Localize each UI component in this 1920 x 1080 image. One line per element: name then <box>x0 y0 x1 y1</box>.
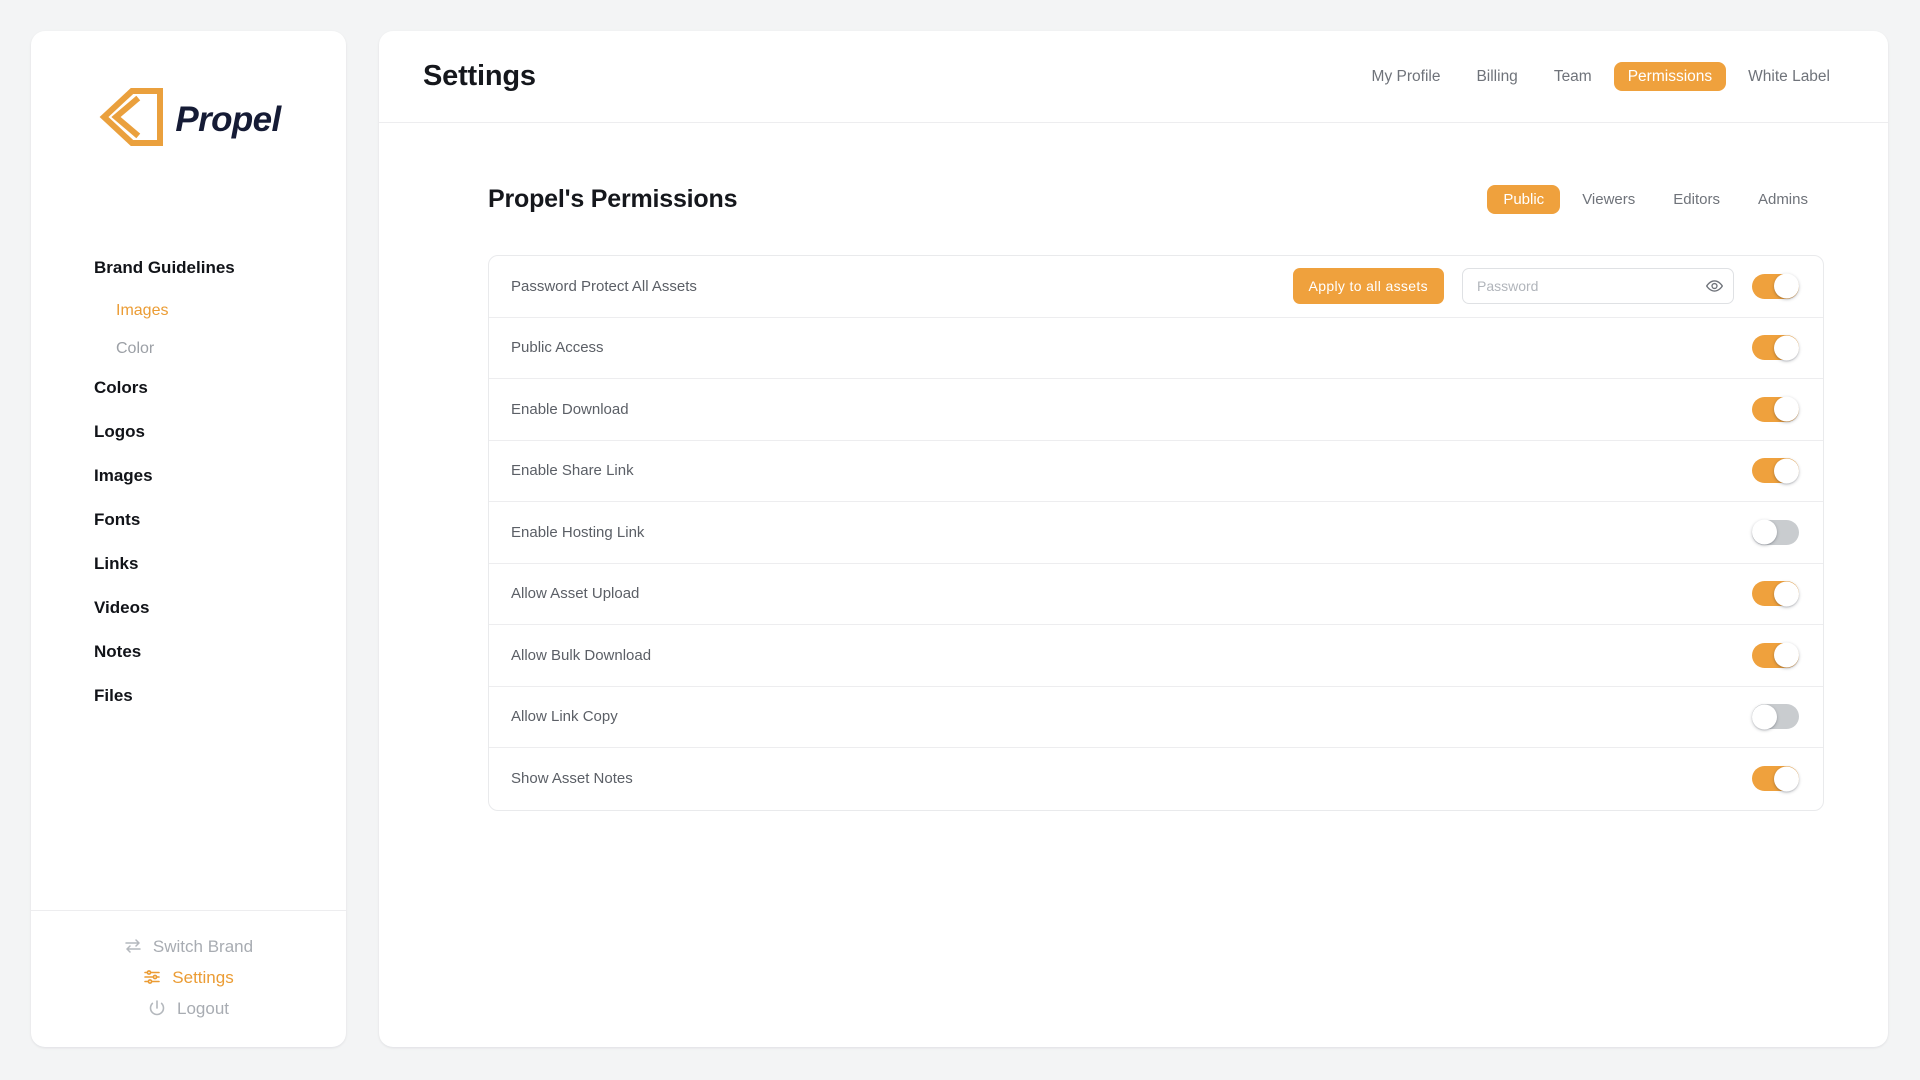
sidebar-item-links[interactable]: Links <box>94 555 138 572</box>
permission-label: Password Protect All Assets <box>511 279 697 294</box>
permission-row-public-access: Public Access <box>489 318 1823 380</box>
permission-row-enable-download: Enable Download <box>489 379 1823 441</box>
toggle-knob <box>1752 704 1777 729</box>
tab-my-profile[interactable]: My Profile <box>1358 62 1455 92</box>
audience-tab-editors[interactable]: Editors <box>1657 185 1736 214</box>
permission-row-allow-asset-upload: Allow Asset Upload <box>489 564 1823 626</box>
sidebar-item-files[interactable]: Files <box>94 687 133 704</box>
sidebar: Propel Brand Guidelines Images Color Col… <box>31 31 346 1047</box>
sidebar-item-images[interactable]: Images <box>94 467 153 484</box>
permissions-title: Propel's Permissions <box>488 185 737 214</box>
tab-permissions[interactable]: Permissions <box>1614 62 1726 92</box>
topbar: Settings My Profile Billing Team Permiss… <box>379 31 1888 123</box>
permissions-content: Propel's Permissions Public Viewers Edit… <box>379 123 1888 811</box>
tab-team[interactable]: Team <box>1540 62 1606 92</box>
permissions-header: Propel's Permissions Public Viewers Edit… <box>379 185 1888 214</box>
permission-row-allow-bulk-download: Allow Bulk Download <box>489 625 1823 687</box>
switch-brand-label: Switch Brand <box>153 938 253 955</box>
permission-row-show-asset-notes: Show Asset Notes <box>489 748 1823 810</box>
permission-label: Allow Link Copy <box>511 709 618 724</box>
sidebar-footer: Switch Brand Settings <box>31 910 346 1047</box>
page-title: Settings <box>423 60 536 93</box>
tab-billing[interactable]: Billing <box>1462 62 1531 92</box>
audience-tab-viewers[interactable]: Viewers <box>1566 185 1651 214</box>
permission-label: Enable Share Link <box>511 463 634 478</box>
toggle-public-access[interactable] <box>1752 335 1799 360</box>
sidebar-item-brand-guidelines[interactable]: Brand Guidelines <box>94 259 235 276</box>
toggle-knob <box>1774 397 1799 422</box>
permission-label: Show Asset Notes <box>511 771 633 786</box>
password-field-wrap <box>1462 268 1734 304</box>
sliders-icon <box>143 968 161 986</box>
password-input[interactable] <box>1462 268 1734 304</box>
toggle-knob <box>1774 643 1799 668</box>
sidebar-subnav: Images Color <box>94 303 346 357</box>
toggle-allow-link-copy[interactable] <box>1752 704 1799 729</box>
audience-tabs: Public Viewers Editors Admins <box>1487 185 1824 214</box>
permission-row-enable-share-link: Enable Share Link <box>489 441 1823 503</box>
settings-label: Settings <box>172 969 233 986</box>
sidebar-subitem-images[interactable]: Images <box>116 303 168 319</box>
settings-tabs: My Profile Billing Team Permissions Whit… <box>1358 62 1844 92</box>
permission-controls: Apply to all assets <box>1293 268 1799 304</box>
tab-white-label[interactable]: White Label <box>1734 62 1844 92</box>
apply-to-all-assets-button[interactable]: Apply to all assets <box>1293 268 1444 304</box>
propel-chevron-logo-icon <box>96 88 164 151</box>
sidebar-item-fonts[interactable]: Fonts <box>94 511 140 528</box>
power-icon <box>148 999 166 1017</box>
settings-button[interactable]: Settings <box>143 968 233 986</box>
toggle-knob <box>1774 274 1799 299</box>
toggle-knob <box>1774 766 1799 791</box>
permission-label: Allow Bulk Download <box>511 648 651 663</box>
brand-logo-text: Propel <box>175 102 280 137</box>
toggle-allow-bulk-download[interactable] <box>1752 643 1799 668</box>
app-root: Propel Brand Guidelines Images Color Col… <box>0 0 1920 1080</box>
toggle-knob <box>1774 335 1799 360</box>
permission-row-enable-hosting-link: Enable Hosting Link <box>489 502 1823 564</box>
toggle-knob <box>1774 581 1799 606</box>
logout-button[interactable]: Logout <box>148 999 229 1017</box>
sidebar-nav: Brand Guidelines Images Color Colors Log… <box>31 201 346 910</box>
toggle-enable-download[interactable] <box>1752 397 1799 422</box>
toggle-enable-hosting-link[interactable] <box>1752 520 1799 545</box>
permission-label: Public Access <box>511 340 604 355</box>
toggle-show-asset-notes[interactable] <box>1752 766 1799 791</box>
toggle-knob <box>1774 458 1799 483</box>
eye-icon[interactable] <box>1705 277 1724 296</box>
sidebar-subitem-color[interactable]: Color <box>116 341 154 357</box>
audience-tab-public[interactable]: Public <box>1487 185 1560 214</box>
switch-arrows-icon <box>124 937 142 955</box>
sidebar-item-logos[interactable]: Logos <box>94 423 145 440</box>
brand-logo[interactable]: Propel <box>31 31 346 201</box>
sidebar-item-videos[interactable]: Videos <box>94 599 149 616</box>
audience-tab-admins[interactable]: Admins <box>1742 185 1824 214</box>
main-panel: Settings My Profile Billing Team Permiss… <box>379 31 1888 1047</box>
switch-brand-button[interactable]: Switch Brand <box>124 937 253 955</box>
permission-label: Allow Asset Upload <box>511 586 639 601</box>
permissions-card: Password Protect All Assets Apply to all… <box>488 255 1824 811</box>
sidebar-item-colors[interactable]: Colors <box>94 379 148 396</box>
permission-label: Enable Hosting Link <box>511 525 644 540</box>
toggle-enable-share-link[interactable] <box>1752 458 1799 483</box>
toggle-knob <box>1752 520 1777 545</box>
permission-label: Enable Download <box>511 402 629 417</box>
toggle-password-protect[interactable] <box>1752 274 1799 299</box>
sidebar-item-notes[interactable]: Notes <box>94 643 141 660</box>
logout-label: Logout <box>177 1000 229 1017</box>
toggle-allow-asset-upload[interactable] <box>1752 581 1799 606</box>
permission-row-password-protect: Password Protect All Assets Apply to all… <box>489 256 1823 318</box>
permission-row-allow-link-copy: Allow Link Copy <box>489 687 1823 749</box>
